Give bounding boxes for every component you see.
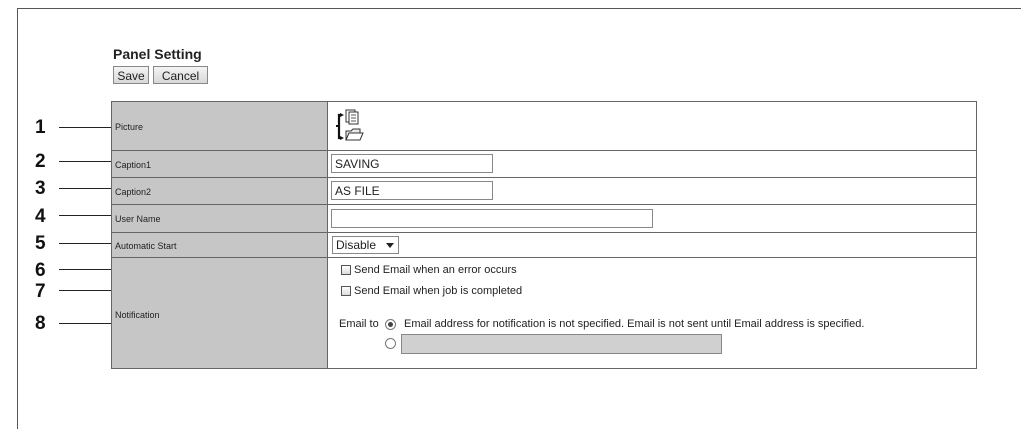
- user-name-row: User Name: [112, 205, 976, 233]
- callout-number: 7: [35, 281, 46, 302]
- row-label: User Name: [112, 205, 328, 232]
- automatic-start-select[interactable]: Disable: [332, 236, 399, 254]
- save-button[interactable]: Save: [113, 66, 149, 84]
- row-value: [329, 151, 976, 177]
- default-email-text: Email address for notification is not sp…: [404, 318, 865, 330]
- notification-row: Notification Send Email when an error oc…: [112, 258, 976, 368]
- callout-line: [59, 188, 114, 189]
- caption2-input[interactable]: [331, 181, 493, 200]
- send-email-job-checkbox[interactable]: [341, 286, 351, 296]
- row-label: Automatic Start: [112, 233, 328, 257]
- template-picture-icon[interactable]: [335, 109, 375, 143]
- row-label: Notification: [112, 258, 328, 368]
- checkbox-label: Send Email when an error occurs: [354, 264, 517, 276]
- picture-row: Picture: [112, 102, 976, 151]
- default-email-radio[interactable]: [385, 319, 396, 330]
- row-value: Disable: [329, 233, 976, 257]
- chevron-down-icon: [386, 243, 394, 248]
- row-label: Picture: [112, 102, 328, 150]
- checkbox-label: Send Email when job is completed: [354, 285, 523, 297]
- user-name-input[interactable]: [331, 209, 653, 228]
- callout-number: 1: [35, 117, 46, 138]
- callout-number: 8: [35, 313, 46, 334]
- row-value: [329, 178, 976, 204]
- row-value: Send Email when an error occurs Send Ema…: [329, 258, 976, 368]
- automatic-start-row: Automatic Start Disable: [112, 233, 976, 258]
- send-email-error-checkbox[interactable]: [341, 265, 351, 275]
- caption2-row: Caption2: [112, 178, 976, 205]
- callout-line: [59, 215, 114, 216]
- custom-email-radio[interactable]: [385, 338, 396, 349]
- email-address-input[interactable]: [401, 334, 722, 354]
- settings-table: Picture Caption1 Caption2: [111, 101, 977, 369]
- callout-line: [59, 127, 114, 128]
- callout-number: 5: [35, 233, 46, 254]
- callout-number: 6: [35, 260, 46, 281]
- caption1-row: Caption1: [112, 151, 976, 178]
- row-value: [329, 205, 976, 232]
- callout-line: [59, 243, 114, 244]
- caption1-input[interactable]: [331, 154, 493, 173]
- cancel-button[interactable]: Cancel: [153, 66, 208, 84]
- callout-number: 2: [35, 151, 46, 172]
- callout-number: 4: [35, 206, 46, 227]
- callout-number: 3: [35, 178, 46, 199]
- page-title: Panel Setting: [113, 46, 202, 62]
- email-to-label: Email to: [339, 318, 379, 330]
- row-label: Caption1: [112, 151, 328, 177]
- callout-line: [59, 161, 114, 162]
- row-value: [329, 102, 976, 150]
- row-label: Caption2: [112, 178, 328, 204]
